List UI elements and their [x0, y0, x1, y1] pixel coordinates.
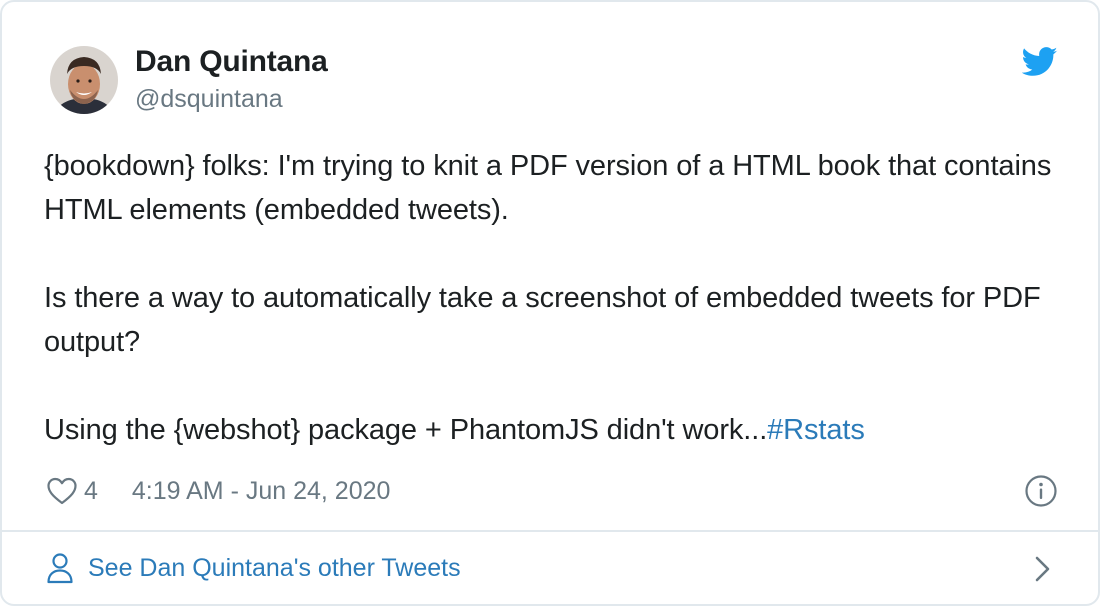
person-icon: [47, 553, 73, 584]
twitter-bird-icon[interactable]: [1021, 46, 1058, 78]
chevron-right-icon[interactable]: [1032, 554, 1054, 584]
hashtag-link[interactable]: #Rstats: [767, 414, 865, 446]
author-handle[interactable]: @dsquintana: [135, 82, 283, 116]
author-avatar[interactable]: [50, 46, 118, 114]
tweet-paragraph-2: Is there a way to automatically take a s…: [44, 282, 1041, 358]
author-name[interactable]: Dan Quintana: [135, 44, 328, 80]
see-other-tweets-link[interactable]: See Dan Quintana's other Tweets: [46, 550, 461, 586]
tweet-timestamp[interactable]: 4:19 AM - Jun 24, 2020: [132, 477, 391, 506]
tweet-paragraph-3-text: Using the {webshot} package + PhantomJS …: [44, 414, 768, 446]
footer-divider: [2, 530, 1098, 532]
tweet-paragraph-1: {bookdown} folks: I'm trying to knit a P…: [44, 150, 1052, 226]
avatar-image: [50, 46, 118, 114]
see-other-tweets-label[interactable]: See Dan Quintana's other Tweets: [88, 550, 461, 586]
tweet-meta: 4 4:19 AM - Jun 24, 2020: [46, 472, 390, 510]
like-count[interactable]: 4: [84, 477, 98, 506]
tweet-paragraph-3: Using the {webshot} package + PhantomJS …: [44, 408, 1054, 452]
embedded-tweet-card: Dan Quintana @dsquintana {bookdown} folk…: [0, 0, 1100, 606]
info-icon[interactable]: [1024, 474, 1058, 508]
tweet-text: {bookdown} folks: I'm trying to knit a P…: [44, 144, 1054, 452]
heart-icon[interactable]: [46, 476, 78, 506]
